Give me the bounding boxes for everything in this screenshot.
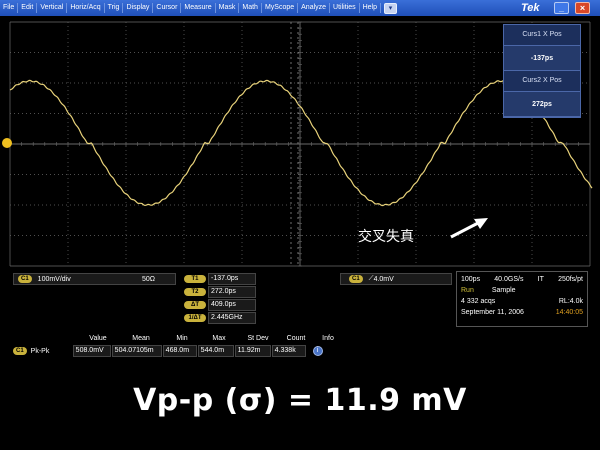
menu-measure[interactable]: Measure [181, 3, 216, 13]
measurement-row[interactable]: C1 Pk-Pk 508.0mV 504.07105m 468.0m 544.0… [13, 345, 343, 357]
measurement-name: Pk-Pk [30, 347, 50, 355]
menu-display[interactable]: Display [123, 3, 154, 13]
close-button[interactable]: × [575, 2, 590, 14]
menu-myscope[interactable]: MyScope [262, 3, 299, 13]
brand-logo: Tek [521, 2, 540, 14]
crossover-distortion-label: 交叉失真 [358, 229, 414, 245]
minimize-button[interactable]: _ [554, 2, 569, 14]
acq-mode: IT [537, 276, 544, 283]
info-icon[interactable]: i [312, 346, 323, 356]
run-status: Run [461, 287, 474, 294]
header-min: Min [176, 335, 188, 342]
cursor-badge: T1 [184, 275, 206, 283]
arrow-icon [450, 218, 488, 239]
menu-mask[interactable]: Mask [216, 3, 240, 13]
curs1-value: -137ps [504, 45, 580, 71]
channel-1-readout[interactable]: C1 100mV/div 50Ω [13, 273, 176, 285]
measurement-st-dev: 11.92m [234, 345, 271, 357]
menu-cursor[interactable]: Cursor [153, 3, 182, 13]
cursor-value-row: T1 -137.0ps [184, 273, 256, 285]
cursor-badge: T2 [184, 288, 206, 296]
measurement-max: 544.0m [197, 345, 234, 357]
channel-badge: C1 [18, 275, 32, 283]
curs2-value: 272ps [504, 91, 580, 117]
curs2-label: Curs2 X Pos [522, 77, 562, 84]
menu-vertical[interactable]: Vertical [37, 3, 68, 13]
header-info: Info [322, 335, 334, 342]
measurement-source-badge: C1 [13, 347, 27, 355]
trigger-source-badge: C1 [349, 275, 363, 283]
header-count: Count [286, 335, 306, 342]
cursor-badge: 1/ΔT [184, 314, 206, 322]
menu-file[interactable]: File [0, 3, 19, 13]
measurement-value: 508.0mV [72, 345, 111, 357]
cursor-readout-panel[interactable]: Curs1 X Pos -137ps Curs2 X Pos 272ps [503, 24, 581, 118]
date: September 11, 2006 [461, 309, 524, 316]
measurement-min: 468.0m [162, 345, 197, 357]
menu-bar: File Edit Vertical Horiz/Acq Trig Displa… [0, 0, 600, 16]
input-impedance: 50Ω [141, 275, 155, 283]
trigger-readout[interactable]: C1 ⟋ 4.0mV [340, 273, 452, 285]
cursor-value-row: T2 272.0ps [184, 286, 256, 298]
time: 14:40:05 [555, 309, 583, 316]
menu-utilities[interactable]: Utilities [330, 3, 360, 13]
curs1-label: Curs1 X Pos [522, 31, 562, 38]
cursor-values: T1 -137.0ps T2 272.0ps ΔT 409.0ps 1/ΔT 2… [184, 273, 256, 325]
vertical-scale: 100mV/div [37, 275, 71, 283]
cursor-value-row: ΔT 409.0ps [184, 299, 256, 311]
timebase: 100ps [461, 276, 481, 283]
menu-help[interactable]: Help [360, 3, 382, 13]
header-max: Max [212, 335, 226, 342]
trigger-level: 4.0mV [373, 275, 394, 283]
cursor-value: 272.0ps [208, 286, 256, 298]
header-value: Value [89, 335, 107, 342]
cursor-value: 2.445GHz [208, 312, 256, 324]
menu-analyze[interactable]: Analyze [298, 3, 331, 13]
menu-horiz-acq[interactable]: Horiz/Acq [67, 3, 105, 13]
cursor-value: 409.0ps [208, 299, 256, 311]
measurement-mean: 504.07105m [111, 345, 162, 357]
menu-dropdown-icon[interactable]: ▾ [384, 2, 398, 14]
menu-edit[interactable]: Edit [18, 3, 38, 13]
menu-math[interactable]: Math [239, 3, 262, 13]
sample-rate: 40.0GS/s [494, 276, 524, 283]
measurement-count: 4.338k [271, 345, 306, 357]
acquisition-count: 4 332 acqs [461, 298, 496, 305]
record-length: RL:4.0k [558, 298, 583, 305]
menu-trig[interactable]: Trig [105, 3, 124, 13]
cursor-value-row: 1/ΔT 2.445GHz [184, 312, 256, 324]
measurement-headers: Value Mean Min Max St Dev Count Info [78, 335, 348, 342]
acquisition-panel[interactable]: 100ps 40.0GS/s IT 250fs/pt Run Sample 4 … [456, 271, 588, 327]
cursor-value: -137.0ps [208, 273, 256, 285]
cursor-badge: ΔT [184, 301, 206, 309]
sample-mode: Sample [491, 287, 516, 294]
channel-1-marker-icon [2, 138, 12, 148]
header-st-dev: St Dev [247, 335, 269, 342]
vpp-formula: Vp-p (σ) = 11.9 mV [133, 383, 467, 418]
header-mean: Mean [132, 335, 150, 342]
time-resolution: 250fs/pt [558, 276, 583, 283]
